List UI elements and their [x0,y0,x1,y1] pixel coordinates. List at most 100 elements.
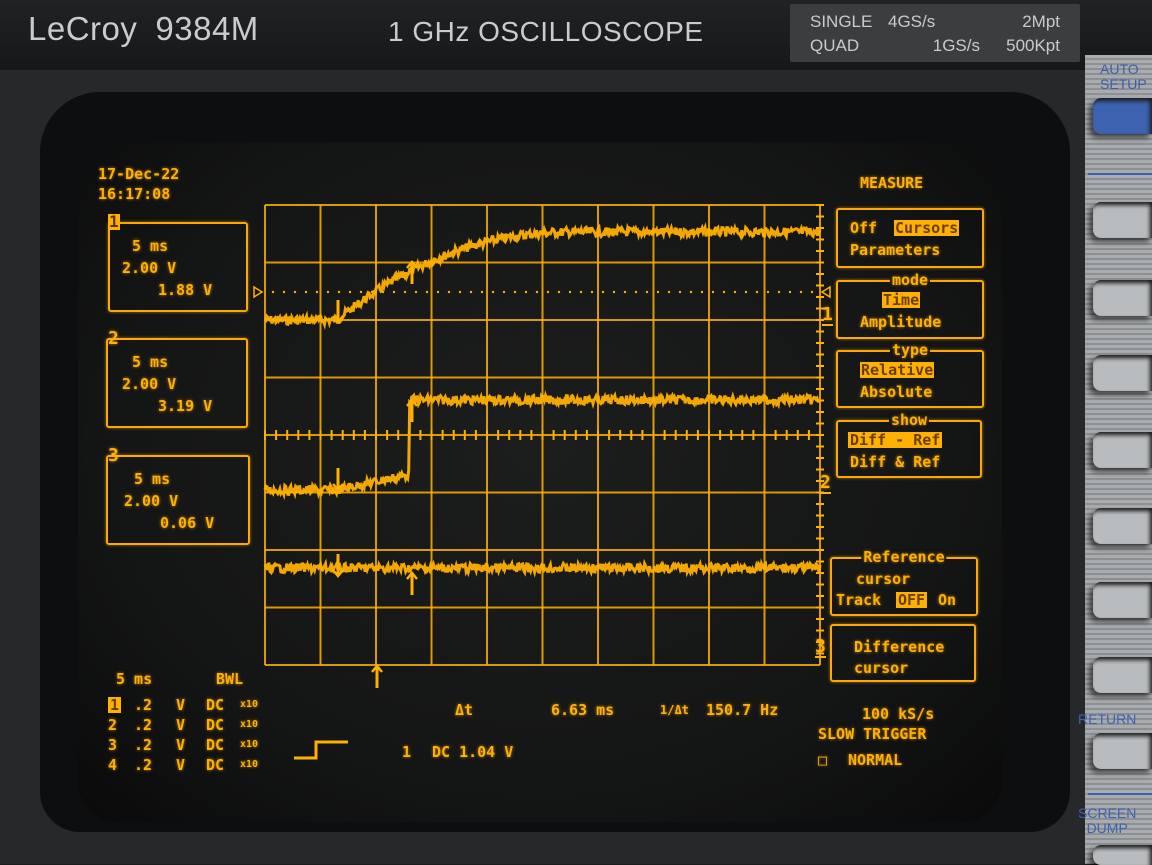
mode-selector[interactable]: mode Time Amplitude [836,272,984,339]
time-readout: 16:17:08 [98,185,171,203]
channel-1-position-marker: 1 [822,304,833,326]
inverse-delta-t-label: 1/Δt [660,703,689,717]
trigger-level-dot [799,290,803,294]
channel-row-id: 4 [108,756,118,774]
graticule [253,204,831,666]
trigger-level-dot [304,290,308,294]
trigger-level: DC 1.04 V [432,743,514,761]
difference-cursor-ch3-icon [406,571,418,595]
bwl-label: BWL [216,670,244,688]
option-diff-and-ref[interactable]: Diff & Ref [850,454,940,470]
trigger-level-dot [359,290,363,294]
trigger-level-dot [524,290,528,294]
difference-cursor-label: cursor [854,659,909,677]
trigger-level-dot [733,290,737,294]
trigger-level-dot [491,290,495,294]
reference-cursor-ch2-icon [332,468,344,492]
channel-3-box[interactable]: 3 5 ms 2.00 V 0.06 V [106,447,250,545]
option-absolute[interactable]: Absolute [860,384,932,400]
trigger-level-dot [315,290,319,294]
reference-cursor-selector[interactable]: Reference cursor Track OFF On [830,549,978,616]
channel-2-box[interactable]: 2 5 ms 2.00 V 3.19 V [106,330,248,428]
channel-row-unit: V [176,696,186,714]
channel-row-unit: V [176,756,186,774]
option-parameters[interactable]: Parameters [850,242,940,258]
channel-row-coupling: DC [206,736,225,754]
trigger-level-dot [634,290,638,294]
trigger-level-dot [469,290,473,294]
trigger-level-dot [293,290,297,294]
trigger-channel: 1 [402,743,412,761]
channel-row-probe-factor: x10 [240,759,259,770]
bottom-timebase: 5 ms [116,670,153,688]
trigger-level-dot [568,290,572,294]
trigger-level-dot [502,290,506,294]
option-relative-selected[interactable]: Relative [860,362,935,378]
delta-t-label: Δt [455,701,474,719]
difference-cursor-selector[interactable]: Difference cursor [830,624,976,682]
trigger-level-dot [700,290,704,294]
trigger-slope-icon [294,740,348,760]
trigger-level-dot [810,290,814,294]
trigger-level-dot [546,290,550,294]
trigger-level-dot [590,290,594,294]
trigger-level-dot [392,290,396,294]
trigger-level-dot [645,290,649,294]
show-selector[interactable]: show Diff - Ref Diff & Ref [836,412,982,478]
type-selector[interactable]: type Relative Absolute [836,342,984,408]
channel-2-vdiv: 2.00 V [122,375,177,393]
channel-3-vdiv: 2.00 V [124,492,179,510]
option-amplitude[interactable]: Amplitude [860,314,941,330]
trigger-level-dot [326,290,330,294]
reference-cursor-ch1-icon [332,300,344,324]
channel-2-position-marker: 2 [820,472,831,494]
track-off-selected[interactable]: OFF [896,592,928,608]
trigger-level-dot [623,290,627,294]
trigger-level-dot [612,290,616,294]
trigger-level-dot [601,290,605,294]
channel-3-position-marker: 3 [815,636,826,658]
date-readout: 17-Dec-22 [98,165,180,183]
trigger-level-dot [656,290,660,294]
reference-cursor-label: cursor [856,570,911,588]
trigger-level-dot [667,290,671,294]
type-legend: type [889,341,931,359]
trigger-level-dot [678,290,682,294]
option-diff-minus-ref-selected[interactable]: Diff - Ref [848,432,943,448]
sample-rate: 100 kS/s [862,705,935,723]
reference-legend: Reference [861,548,947,566]
trigger-level-dot [425,290,429,294]
trigger-level-dot [458,290,462,294]
trigger-level-marker-left [253,285,264,299]
option-cursors-selected[interactable]: Cursors [894,220,960,236]
channel-2-badge: 2 [108,328,119,349]
channel-2-reading: 3.19 V [158,397,213,415]
channel-row-probe-factor: x10 [240,739,259,750]
channel-1-timebase: 5 ms [132,237,169,255]
trigger-level-dot [414,290,418,294]
track-on[interactable]: On [938,592,956,608]
channel-1-badge: 1 [108,212,120,231]
trigger-level-dot [744,290,748,294]
measure-selector[interactable]: Off Cursors Parameters [836,208,984,268]
channel-row-coupling: DC [206,696,225,714]
delta-t-value: 6.63 ms [551,701,615,719]
trigger-level-dot [337,290,341,294]
channel-row-unit: V [176,736,186,754]
option-off[interactable]: Off [850,220,877,236]
trigger-level-dot [282,290,286,294]
trigger-level-dot [557,290,561,294]
trigger-mode-checkbox-icon[interactable]: □ [818,752,827,768]
channel-1-box[interactable]: 1 5 ms 2.00 V 1.88 V [108,214,248,312]
channel-1-reading: 1.88 V [158,281,213,299]
trigger-level-dot [579,290,583,294]
trigger-position-marker-icon [371,664,383,688]
channel-1-vdiv: 2.00 V [122,259,177,277]
trigger-level-dot [722,290,726,294]
track-label: Track [836,591,882,609]
option-time-selected[interactable]: Time [882,292,921,308]
channel-row-coupling: DC [206,716,225,734]
trigger-mode: NORMAL [848,751,903,769]
trigger-level-dot [271,290,275,294]
trigger-level-dot [689,290,693,294]
